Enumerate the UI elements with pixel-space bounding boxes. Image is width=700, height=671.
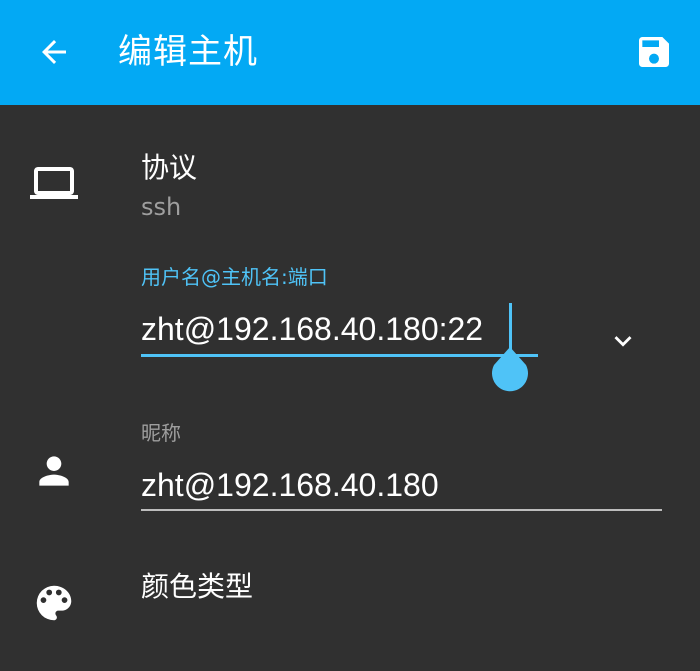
protocol-value: ssh — [141, 193, 182, 221]
arrow-back-icon — [42, 40, 66, 64]
host-input[interactable] — [141, 309, 531, 349]
palette-icon — [26, 575, 82, 631]
protocol-setting[interactable]: 协议 — [141, 152, 197, 184]
app-bar: 编辑主机 — [0, 0, 700, 105]
color-type-setting[interactable]: 颜色类型 — [141, 571, 253, 603]
host-dropdown-button[interactable] — [598, 319, 648, 363]
page-title: 编辑主机 — [118, 32, 258, 72]
laptop-icon — [26, 155, 82, 211]
save-icon — [639, 37, 669, 67]
person-icon — [26, 443, 82, 499]
host-input-underline — [141, 354, 538, 357]
nickname-input[interactable] — [141, 465, 661, 505]
host-field-label: 用户名@主机名:端口 — [141, 265, 328, 289]
chevron-down-icon — [614, 336, 632, 347]
edit-host-form: 协议 ssh 用户名@主机名:端口 昵称 颜色类型 — [0, 105, 700, 671]
back-button[interactable] — [30, 28, 78, 76]
caret-handle[interactable] — [490, 347, 530, 399]
nickname-field-label: 昵称 — [141, 421, 181, 445]
nickname-input-underline — [141, 509, 662, 511]
save-button[interactable] — [630, 28, 678, 76]
